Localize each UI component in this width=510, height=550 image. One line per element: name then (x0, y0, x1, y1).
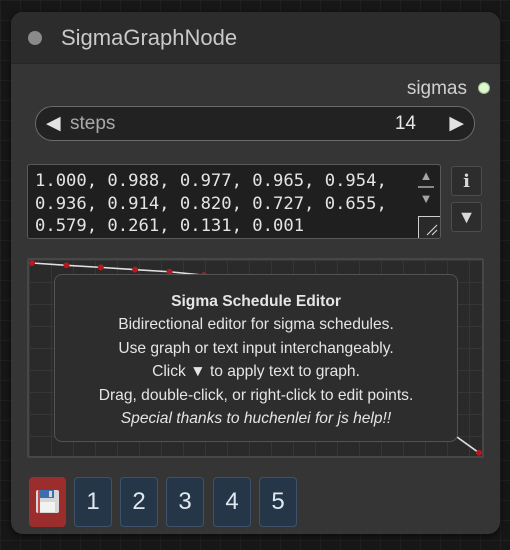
scroll-up-icon[interactable]: ▲ (419, 169, 433, 183)
info-icon: i (463, 171, 470, 192)
decrement-arrow-icon[interactable]: ◀ (46, 113, 61, 135)
slot-button-4[interactable]: 4 (213, 477, 251, 527)
node-header[interactable]: SigmaGraphNode (11, 12, 500, 64)
sigma-point-3[interactable] (132, 266, 139, 273)
sigma-point-2[interactable] (97, 264, 104, 271)
steps-label: steps (70, 113, 116, 134)
increment-arrow-icon[interactable]: ▶ (449, 113, 464, 135)
info-line: Use graph or text input interchangeably. (118, 339, 394, 357)
sigma-point-0[interactable] (29, 260, 35, 266)
info-overlay: Sigma Schedule Editor Bidirectional edit… (54, 274, 458, 442)
apply-text-button[interactable]: ▼ (451, 202, 482, 232)
floppy-disk-icon (36, 490, 59, 513)
sigma-text-input[interactable]: 1.000, 0.988, 0.977, 0.965, 0.954, 0.936… (27, 164, 441, 239)
info-line: Drag, double-click, or right-click to ed… (98, 386, 414, 404)
save-button[interactable] (29, 477, 66, 527)
sigma-text-value[interactable]: 1.000, 0.988, 0.977, 0.965, 0.954, 0.936… (35, 170, 407, 238)
steps-value[interactable]: 14 (395, 113, 416, 135)
slot-button-2[interactable]: 2 (120, 477, 158, 527)
output-label-sigmas: sigmas (406, 78, 467, 99)
info-thanks: Special thanks to huchenlei for js help!… (120, 410, 392, 427)
info-line: Click ▼ to apply text to graph. (152, 363, 360, 380)
info-title: Sigma Schedule Editor (171, 293, 341, 310)
steps-widget[interactable]: ◀ steps 14 ▶ (35, 106, 475, 141)
slot-button-5[interactable]: 5 (259, 477, 297, 527)
sigma-graph-node[interactable]: SigmaGraphNode sigmas ◀ steps 14 ▶ 1.000… (11, 12, 500, 534)
info-line: Bidirectional editor for sigma schedules… (118, 316, 394, 333)
scroll-down-icon[interactable]: ▼ (419, 192, 433, 206)
scrollbar-thumb[interactable] (418, 186, 434, 188)
sigma-point-13[interactable] (476, 449, 482, 456)
node-title: SigmaGraphNode (61, 25, 238, 50)
slot-button-1[interactable]: 1 (74, 477, 112, 527)
output-slot-sigmas[interactable] (478, 82, 490, 94)
collapse-toggle[interactable] (28, 31, 42, 45)
info-button[interactable]: i (451, 166, 482, 196)
resize-grip-icon (426, 224, 438, 236)
resize-handle-icon[interactable] (418, 216, 440, 238)
apply-down-arrow-icon: ▼ (457, 207, 476, 227)
sigma-point-1[interactable] (63, 262, 70, 269)
slot-button-3[interactable]: 3 (166, 477, 204, 527)
